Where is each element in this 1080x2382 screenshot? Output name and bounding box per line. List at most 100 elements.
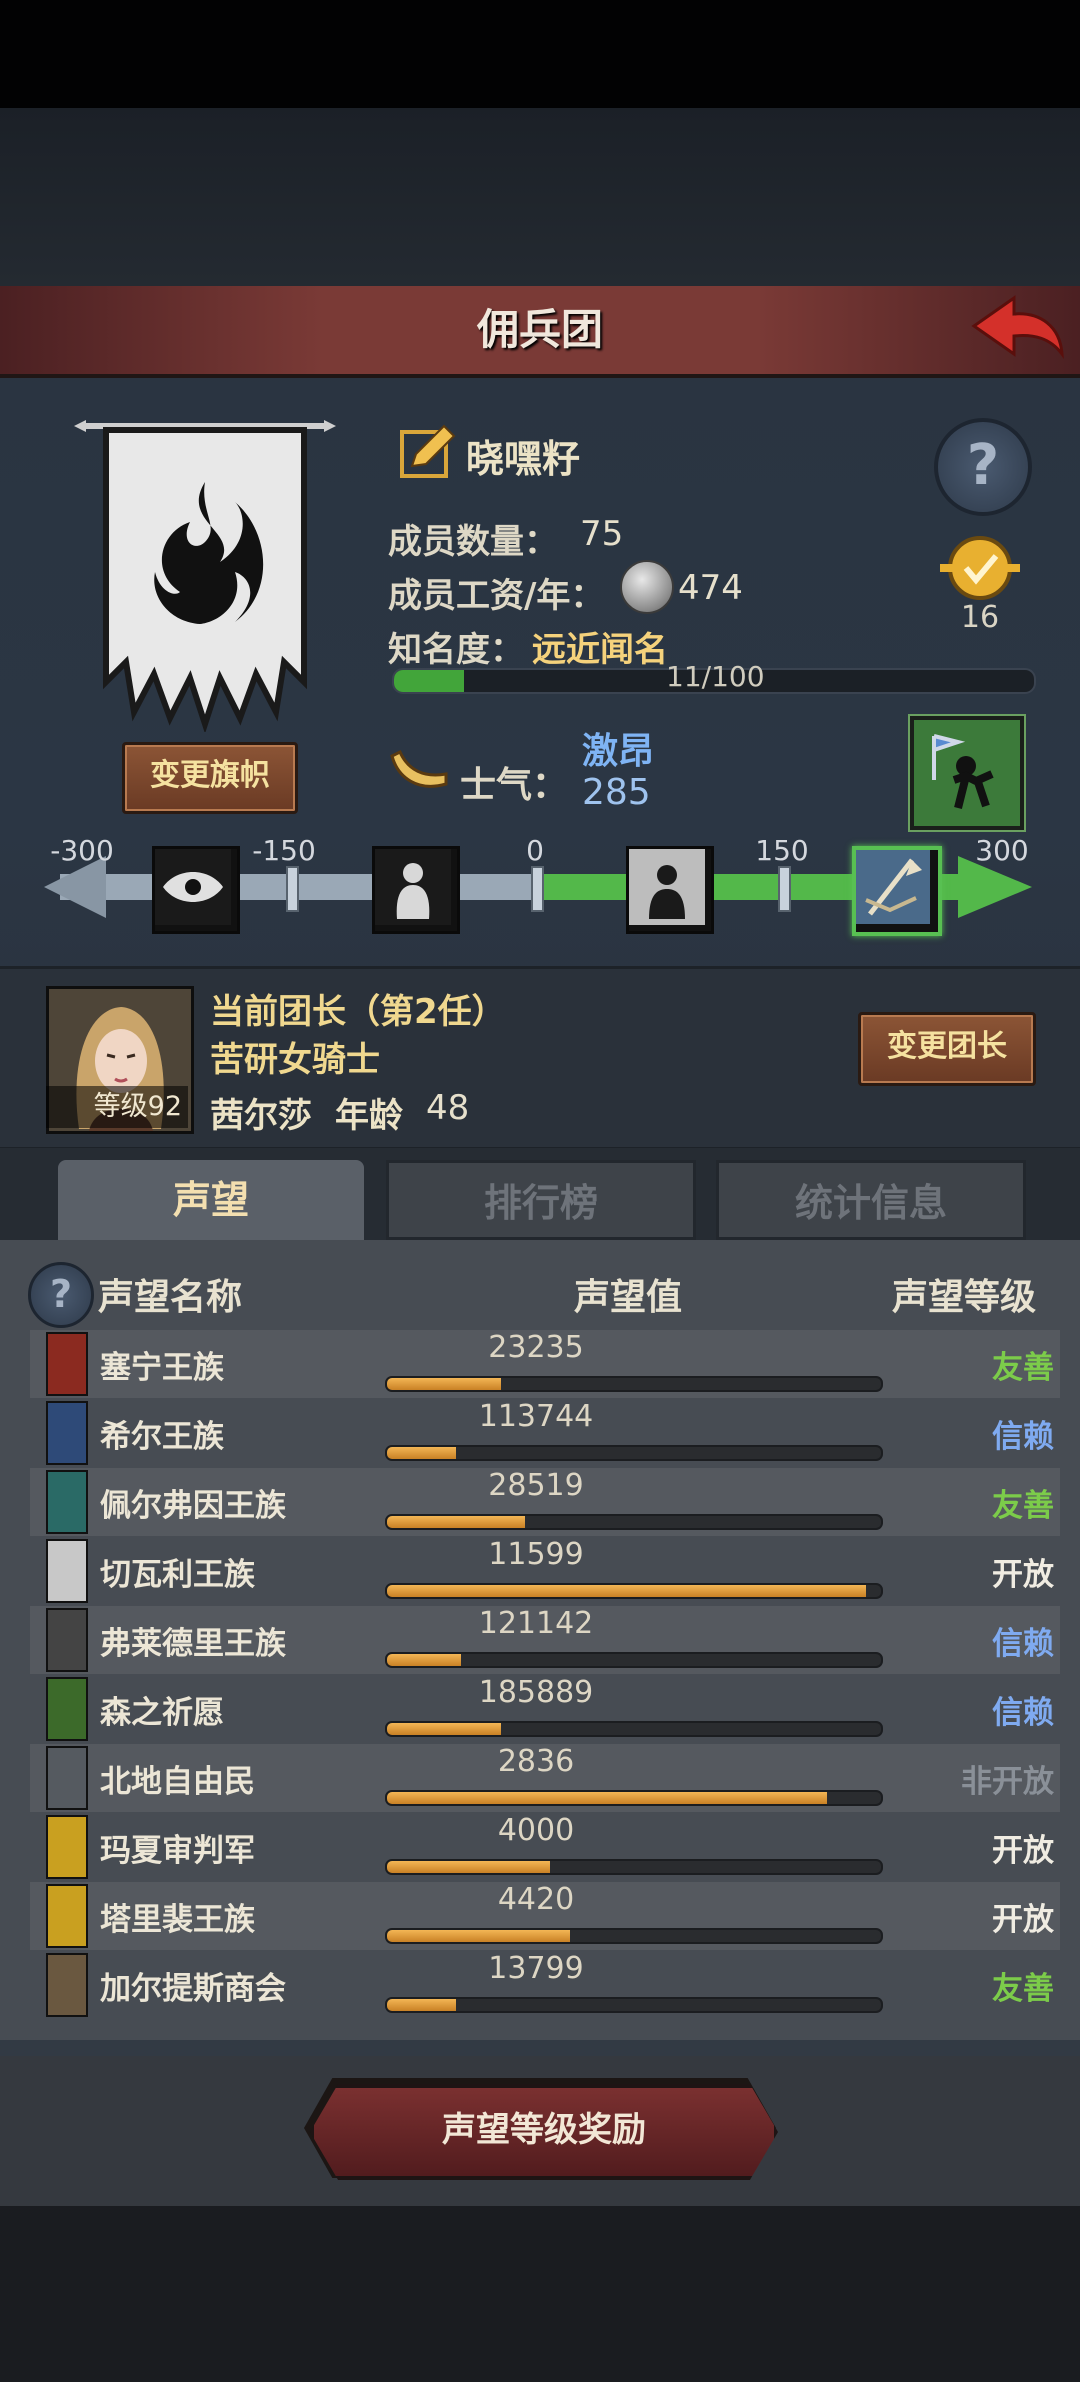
leader-title: 当前团长（第2任） [210, 992, 506, 1032]
reputation-help-button[interactable]: ? [28, 1262, 94, 1328]
rename-icon[interactable] [398, 422, 458, 482]
faction-crest-icon [46, 1953, 88, 2017]
leader-level-badge: 等级92 [46, 1086, 188, 1128]
leader-age-value: 48 [426, 1088, 470, 1128]
reputation-row[interactable]: 弗莱德里王族 121142 信赖 [30, 1606, 1060, 1674]
status-bar [0, 0, 1080, 108]
scale-tick-label: 150 [755, 834, 809, 867]
column-header-level: 声望等级 [892, 1277, 1037, 1318]
footer-area [0, 2206, 1080, 2382]
reputation-progress-fill [387, 1585, 867, 1597]
scale-tick [778, 866, 791, 912]
reputation-row[interactable]: 希尔王族 113744 信赖 [30, 1399, 1060, 1467]
reputation-level: 开放 [992, 1902, 1054, 1938]
reputation-progress-fill [387, 1654, 462, 1666]
reputation-value: 4000 [497, 1813, 575, 1848]
fame-progress-text: 11/100 [666, 660, 765, 693]
page-title: 佣兵团 [476, 305, 603, 354]
faction-name: 玛夏审判军 [100, 1833, 255, 1869]
change-leader-button[interactable]: 变更团长 [858, 1012, 1036, 1086]
reputation-progress-bar [385, 1790, 883, 1806]
fame-value: 远近闻名 [532, 630, 668, 670]
morale-value: 285 [582, 772, 651, 813]
faction-name: 北地自由民 [100, 1764, 255, 1800]
faction-name: 塔里裴王族 [100, 1902, 255, 1938]
reputation-row[interactable]: 玛夏审判军 4000 开放 [30, 1813, 1060, 1881]
faction-name: 塞宁王族 [100, 1350, 224, 1386]
reputation-value: 185889 [478, 1675, 594, 1710]
faction-name: 加尔提斯商会 [100, 1971, 286, 2007]
medal-icon[interactable] [934, 528, 1026, 608]
fame-progress-fill [394, 670, 465, 692]
reputation-row[interactable]: 塔里裴王族 4420 开放 [30, 1882, 1060, 1950]
reputation-reward-button[interactable]: 声望等级奖励 [310, 2084, 778, 2180]
reputation-progress-bar [385, 1445, 883, 1461]
reputation-row[interactable]: 加尔提斯商会 13799 友善 [30, 1951, 1060, 2019]
column-header-value: 声望值 [574, 1277, 683, 1318]
reputation-row[interactable]: 北地自由民 2836 非开放 [30, 1744, 1060, 1812]
faction-crest-icon [46, 1401, 88, 1465]
reputation-progress-fill [387, 1516, 526, 1528]
members-value: 75 [580, 514, 624, 554]
reputation-progress-fill [387, 1999, 457, 2011]
tab-reputation[interactable]: 声望 [58, 1160, 364, 1246]
scale-tick-label: -150 [252, 834, 316, 867]
salary-value: 474 [678, 568, 743, 608]
reputation-value: 13799 [488, 1951, 584, 1986]
faction-name: 森之祈愿 [100, 1695, 224, 1731]
morale-state: 激昂 [582, 731, 655, 772]
silver-coin-icon [620, 560, 674, 614]
scale-tick [531, 866, 544, 912]
back-button[interactable] [970, 292, 1066, 368]
morale-status-icon[interactable] [910, 716, 1024, 830]
tab-ranking[interactable]: 排行榜 [386, 1160, 696, 1240]
guild-name: 晓嘿籽 [466, 437, 581, 481]
change-flag-button[interactable]: 变更旗帜 [122, 742, 298, 814]
reputation-progress-fill [387, 1792, 827, 1804]
reputation-level: 友善 [992, 1971, 1054, 2007]
faction-crest-icon [46, 1608, 88, 1672]
column-header-name: 声望名称 [98, 1277, 243, 1318]
salary-label: 成员工资/年： [388, 576, 605, 616]
reputation-progress-bar [385, 1376, 883, 1392]
reputation-row[interactable]: 切瓦利王族 11599 开放 [30, 1537, 1060, 1605]
despair-eye-icon[interactable] [152, 846, 240, 934]
reputation-progress-bar [385, 1721, 883, 1737]
question-icon: ? [49, 1272, 73, 1316]
calm-figure-icon[interactable] [626, 846, 714, 934]
faction-crest-icon [46, 1677, 88, 1741]
reputation-progress-bar [385, 1652, 883, 1668]
fear-figure-icon[interactable] [372, 846, 460, 934]
reputation-level: 信赖 [992, 1419, 1054, 1455]
scale-tick [286, 866, 299, 912]
back-arrow-icon [971, 295, 1064, 359]
medal-count: 16 [960, 600, 1000, 635]
reputation-level: 信赖 [992, 1695, 1054, 1731]
scale-tick-label: -300 [50, 834, 114, 867]
faction-name: 佩尔弗因王族 [100, 1488, 286, 1524]
members-label: 成员数量： [388, 522, 558, 562]
leader-class: 苦研女骑士 [210, 1040, 380, 1080]
help-button[interactable]: ? [934, 418, 1032, 516]
faction-crest-icon [46, 1332, 88, 1396]
morale-label: 士气： [460, 765, 569, 806]
fame-label: 知名度： [388, 630, 524, 670]
reputation-progress-fill [387, 1378, 501, 1390]
faction-name: 希尔王族 [100, 1419, 224, 1455]
leader-name: 茜尔莎 [210, 1096, 312, 1136]
reputation-progress-fill [387, 1861, 551, 1873]
reputation-level: 信赖 [992, 1626, 1054, 1662]
faction-crest-icon [46, 1470, 88, 1534]
reputation-row[interactable]: 佩尔弗因王族 28519 友善 [30, 1468, 1060, 1536]
question-icon: ? [966, 433, 1000, 498]
excited-banner-icon[interactable] [852, 846, 942, 936]
faction-crest-icon [46, 1746, 88, 1810]
reputation-row[interactable]: 森之祈愿 185889 信赖 [30, 1675, 1060, 1743]
tab-statistics[interactable]: 统计信息 [716, 1160, 1026, 1240]
scale-tick-label: 300 [975, 834, 1029, 867]
reputation-progress-fill [387, 1930, 570, 1942]
reputation-level: 开放 [992, 1557, 1054, 1593]
reputation-row[interactable]: 塞宁王族 23235 友善 [30, 1330, 1060, 1398]
reputation-value: 11599 [488, 1537, 584, 1572]
banner-flame-icon [74, 420, 336, 734]
